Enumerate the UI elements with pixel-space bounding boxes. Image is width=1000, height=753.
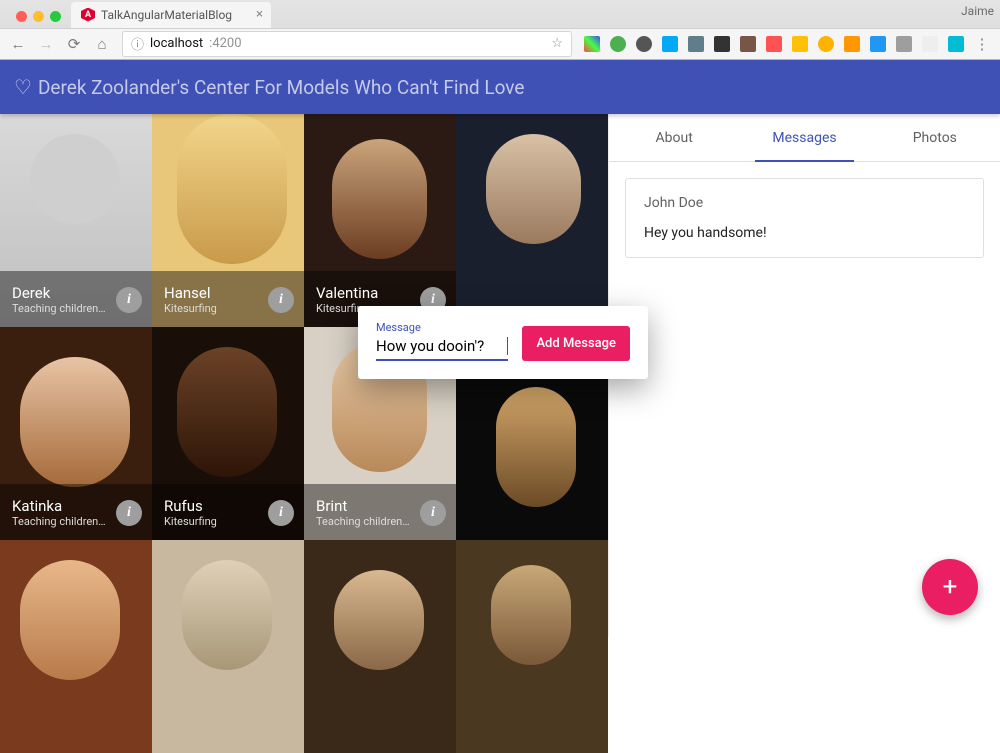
side-panel: About Messages Photos John Doe Hey you h… [608, 114, 1000, 637]
model-subtitle: Teaching children… [316, 515, 416, 528]
text-caret [507, 337, 508, 355]
extension-icon[interactable] [688, 36, 704, 52]
model-card[interactable]: KatinkaTeaching children… i [0, 327, 152, 540]
model-subtitle: Kitesurfing [164, 302, 264, 315]
model-photo [152, 540, 304, 753]
message-card: John Doe Hey you handsome! [625, 178, 984, 258]
model-photo [304, 540, 456, 753]
message-input[interactable] [376, 333, 508, 361]
model-photo [456, 540, 608, 753]
message-from: John Doe [644, 195, 965, 211]
tab-messages[interactable]: Messages [739, 114, 869, 161]
model-card[interactable]: RufusKitesurfing i [152, 327, 304, 540]
extension-icon[interactable] [584, 36, 600, 52]
forward-icon: → [38, 35, 54, 53]
app-title: Derek Zoolander's Center For Models Who … [38, 76, 525, 99]
model-card[interactable] [152, 540, 304, 753]
tab-about[interactable]: About [609, 114, 739, 161]
model-subtitle: Teaching children… [12, 302, 112, 315]
extension-icon[interactable] [922, 36, 938, 52]
app-header: ♡ Derek Zoolander's Center For Models Wh… [0, 60, 1000, 114]
model-card[interactable] [0, 540, 152, 753]
tab-bar: About Messages Photos [609, 114, 1000, 162]
address-bar[interactable]: ⓘ localhost :4200 ☆ [122, 31, 572, 57]
add-message-button[interactable]: Add Message [522, 326, 630, 361]
model-card[interactable] [456, 114, 608, 327]
pocket-icon[interactable] [636, 36, 652, 52]
info-icon[interactable]: i [116, 287, 142, 313]
extension-icon[interactable] [896, 36, 912, 52]
model-subtitle: Kitesurfing [164, 515, 264, 528]
home-icon[interactable]: ⌂ [94, 35, 110, 53]
tab-title: TalkAngularMaterialBlog [101, 8, 232, 22]
profile-label[interactable]: Jaime [961, 4, 994, 18]
browser-chrome: A TalkAngularMaterialBlog × Jaime ← → ⟳ … [0, 0, 1000, 60]
close-tab-icon[interactable]: × [256, 7, 263, 22]
extensions: ⋮ [584, 35, 990, 53]
fab-add-button[interactable]: + [922, 559, 978, 615]
minimize-window-icon[interactable] [33, 11, 44, 22]
heart-icon: ♡ [14, 75, 32, 99]
maximize-window-icon[interactable] [50, 11, 61, 22]
info-icon[interactable]: i [420, 500, 446, 526]
model-card[interactable]: HanselKitesurfing i [152, 114, 304, 327]
model-subtitle: Teaching children… [12, 515, 112, 528]
model-card[interactable] [456, 540, 608, 753]
bookmark-star-icon[interactable]: ☆ [551, 36, 563, 51]
tab-photos[interactable]: Photos [870, 114, 1000, 161]
info-icon[interactable]: i [268, 500, 294, 526]
info-icon[interactable]: i [116, 500, 142, 526]
extension-icon[interactable] [740, 36, 756, 52]
back-icon[interactable]: ← [10, 35, 26, 53]
window-controls [8, 11, 71, 28]
url-host: localhost [150, 36, 203, 51]
extension-icon[interactable] [766, 36, 782, 52]
site-info-icon[interactable]: ⓘ [131, 34, 144, 53]
extension-icon[interactable] [948, 36, 964, 52]
message-field: Message [376, 333, 508, 361]
angular-favicon: A [81, 8, 95, 22]
add-message-dialog: Message Add Message [358, 306, 648, 379]
plus-icon: + [943, 572, 958, 602]
extension-icon[interactable] [870, 36, 886, 52]
model-card[interactable]: DerekTeaching children… i [0, 114, 152, 327]
buffer-icon[interactable] [714, 36, 730, 52]
extension-icon[interactable] [610, 36, 626, 52]
extension-icon[interactable] [818, 36, 834, 52]
reload-icon[interactable]: ⟳ [66, 35, 82, 53]
model-card[interactable] [304, 540, 456, 753]
model-card[interactable]: ValentinaKitesurfing i [304, 114, 456, 327]
browser-tab[interactable]: A TalkAngularMaterialBlog × [71, 2, 271, 28]
message-field-label: Message [376, 321, 421, 334]
close-window-icon[interactable] [16, 11, 27, 22]
extension-icon[interactable] [792, 36, 808, 52]
message-body: Hey you handsome! [644, 225, 965, 241]
extension-icon[interactable] [844, 36, 860, 52]
toolbar: ← → ⟳ ⌂ ⓘ localhost :4200 ☆ ⋮ [0, 28, 1000, 59]
url-port: :4200 [209, 36, 241, 51]
menu-icon[interactable]: ⋮ [974, 35, 990, 53]
extension-icon[interactable] [662, 36, 678, 52]
model-photo [456, 114, 608, 327]
model-photo [0, 540, 152, 753]
info-icon[interactable]: i [268, 287, 294, 313]
